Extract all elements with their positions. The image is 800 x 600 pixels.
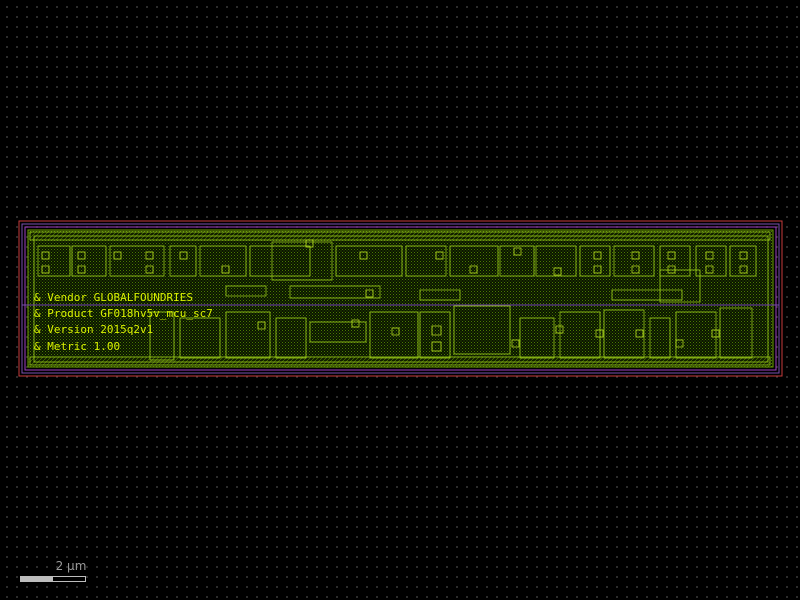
scale-bar-fill: [21, 577, 53, 581]
vendor-label: & Vendor GLOBALFOUNDRIES: [34, 291, 193, 304]
version-label: & Version 2015q2v1: [34, 323, 153, 336]
scale-bar-track: [20, 576, 86, 582]
metric-label: & Metric 1.00: [34, 340, 120, 353]
product-label: & Product GF018hv5v_mcu_sc7: [34, 307, 213, 320]
layout-viewport[interactable]: & Vendor GLOBALFOUNDRIES & Product GF018…: [0, 0, 800, 600]
cell-layout-canvas: & Vendor GLOBALFOUNDRIES & Product GF018…: [18, 220, 783, 377]
scale-bar: 2 µm: [20, 559, 88, 587]
scale-bar-label: 2 µm: [55, 559, 87, 573]
